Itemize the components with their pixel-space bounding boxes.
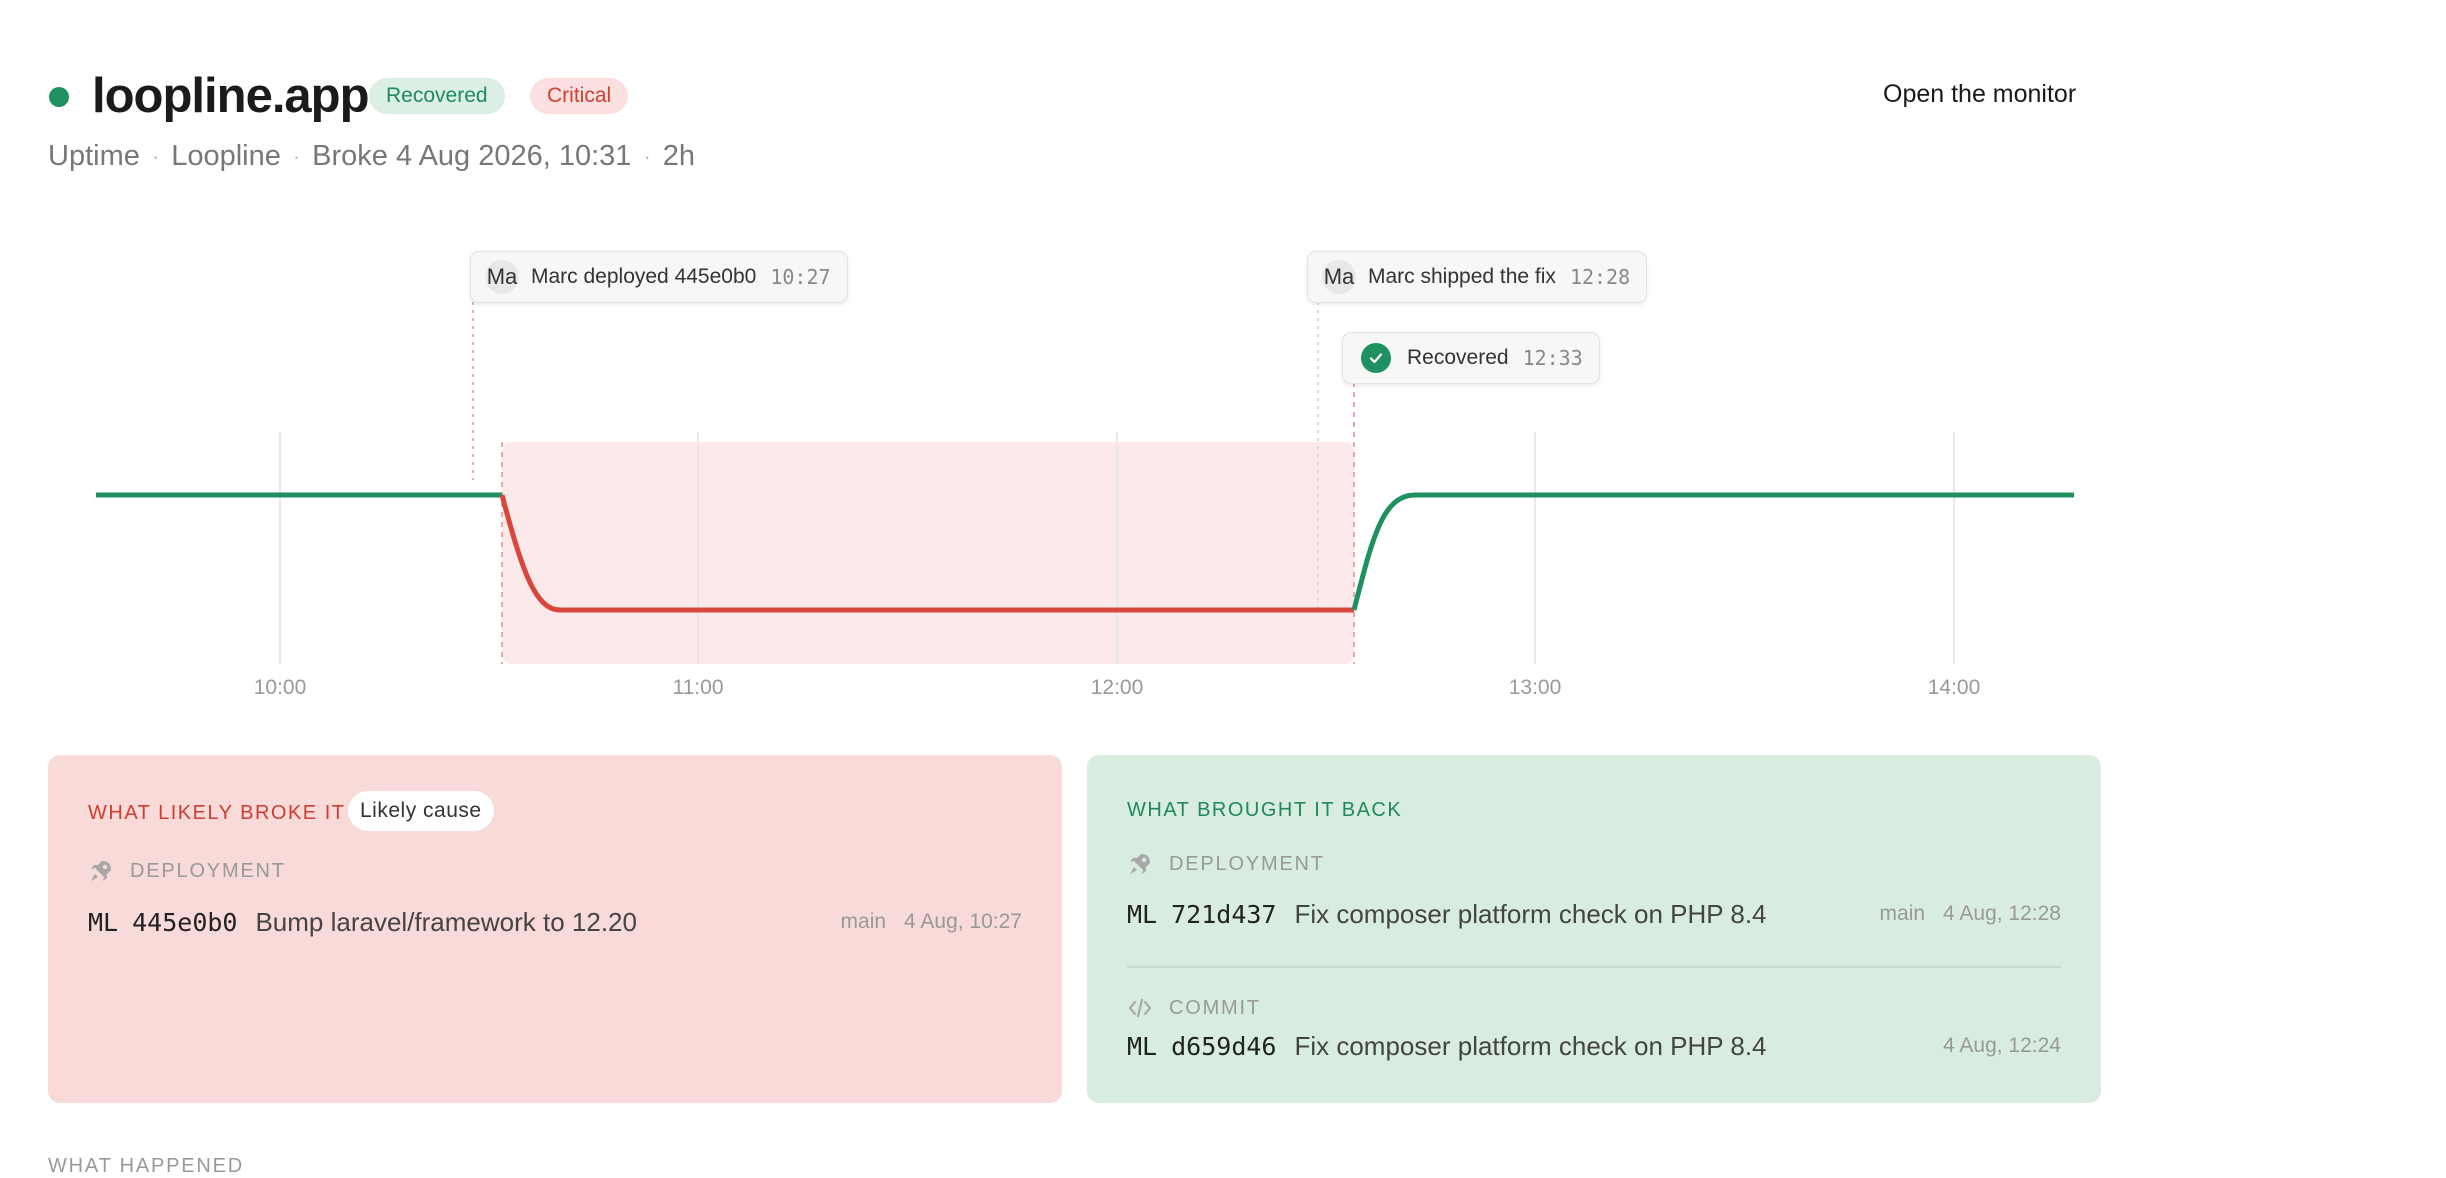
card-title: WHAT BROUGHT IT BACK bbox=[1127, 799, 1403, 821]
meta-separator: · bbox=[292, 143, 301, 169]
x-tick-label: 13:00 bbox=[1509, 676, 1562, 699]
commit-meta: 4 Aug, 12:24 bbox=[1943, 1034, 2061, 1058]
deploy-marker[interactable]: Ma Marc deployed 445e0b0 10:27 bbox=[470, 251, 848, 303]
commit-date: 4 Aug, 12:24 bbox=[1943, 1034, 2061, 1057]
commit-message: Fix composer platform check on PHP 8.4 bbox=[1294, 1030, 1767, 1061]
divider bbox=[1127, 966, 2061, 968]
commit-sha: d659d46 bbox=[1171, 1031, 1277, 1061]
marker-time: 10:27 bbox=[770, 265, 831, 289]
uptime-timeline-chart: 10:00 11:00 12:00 13:00 14:00 bbox=[96, 302, 2074, 699]
meta-separator: · bbox=[151, 143, 160, 169]
section-label-text: COMMIT bbox=[1169, 996, 1261, 1019]
section-label-text: DEPLOYMENT bbox=[130, 859, 286, 882]
meta-broke-at: Broke 4 Aug 2026, 10:31 bbox=[312, 140, 632, 172]
likely-cause-badge: Likely cause bbox=[348, 791, 494, 831]
recovered-marker[interactable]: Recovered 12:33 bbox=[1342, 332, 1600, 384]
avatar: Ma bbox=[485, 260, 519, 294]
incident-meta: Uptime · Loopline · Broke 4 Aug 2026, 10… bbox=[48, 140, 695, 173]
status-dot bbox=[49, 87, 69, 107]
author-initials: ML bbox=[1127, 899, 1158, 929]
fix-marker[interactable]: Ma Marc shipped the fix 12:28 bbox=[1307, 251, 1648, 303]
x-tick-label: 12:00 bbox=[1091, 676, 1144, 699]
marker-text: Marc deployed 445e0b0 bbox=[531, 265, 757, 288]
commit-sha: 445e0b0 bbox=[132, 907, 238, 937]
section-label-commit: COMMIT bbox=[1127, 995, 1261, 1021]
x-tick-label: 14:00 bbox=[1928, 676, 1981, 699]
commit-message: Bump laravel/framework to 12.20 bbox=[255, 906, 637, 937]
avatar: Ma bbox=[1322, 260, 1356, 294]
card-title: WHAT LIKELY BROKE IT bbox=[88, 802, 346, 824]
meta-separator: · bbox=[643, 143, 651, 169]
marker-time: 12:33 bbox=[1522, 346, 1583, 370]
commit-row[interactable]: ML 445e0b0 Bump laravel/framework to 12.… bbox=[88, 902, 1022, 942]
fix-card: WHAT BROUGHT IT BACK DEPLOYMENT ML 721d4… bbox=[1087, 755, 2101, 1103]
branch-name: main bbox=[1879, 902, 1926, 925]
page-title: loopline.app bbox=[92, 69, 370, 123]
commit-sha: 721d437 bbox=[1171, 899, 1277, 929]
meta-duration: 2h bbox=[662, 140, 696, 172]
commit-date: 4 Aug, 12:28 bbox=[1943, 902, 2061, 925]
section-heading-what-happened: WHAT HAPPENED bbox=[48, 1155, 245, 1177]
section-label-deployment: DEPLOYMENT bbox=[1127, 851, 1325, 877]
likely-cause-card: WHAT LIKELY BROKE IT Likely cause DEPLOY… bbox=[48, 755, 1062, 1103]
code-icon bbox=[1128, 998, 1152, 1018]
x-tick-label: 10:00 bbox=[254, 676, 307, 699]
branch-name: main bbox=[840, 910, 887, 933]
author-initials: ML bbox=[88, 907, 119, 937]
author-initials: ML bbox=[1127, 1031, 1158, 1061]
commit-row[interactable]: ML 721d437 Fix composer platform check o… bbox=[1127, 894, 2061, 934]
marker-text: Recovered bbox=[1407, 346, 1509, 369]
marker-time: 12:28 bbox=[1569, 265, 1631, 289]
commit-date: 4 Aug, 10:27 bbox=[904, 910, 1022, 933]
meta-type: Uptime bbox=[48, 140, 140, 172]
meta-project: Loopline bbox=[171, 140, 281, 172]
rocket-icon bbox=[91, 861, 111, 881]
check-icon bbox=[1361, 343, 1391, 373]
uptime-line-after bbox=[1351, 492, 2074, 611]
commit-meta: main 4 Aug, 10:27 bbox=[841, 910, 1022, 934]
commit-row[interactable]: ML d659d46 Fix composer platform check o… bbox=[1127, 1026, 2061, 1066]
status-badge-recovered: Recovered bbox=[369, 78, 505, 114]
x-tick-label: 11:00 bbox=[673, 676, 724, 699]
marker-text: Marc shipped the fix bbox=[1368, 265, 1556, 288]
section-label-deployment: DEPLOYMENT bbox=[88, 858, 286, 884]
commit-message: Fix composer platform check on PHP 8.4 bbox=[1294, 898, 1767, 929]
rocket-icon bbox=[1130, 854, 1150, 874]
severity-badge-critical: Critical bbox=[530, 78, 629, 114]
incident-region bbox=[502, 442, 1354, 664]
open-monitor-link[interactable]: Open the monitor bbox=[1883, 80, 2076, 109]
commit-meta: main 4 Aug, 12:28 bbox=[1880, 902, 2061, 926]
section-label-text: DEPLOYMENT bbox=[1169, 852, 1325, 875]
